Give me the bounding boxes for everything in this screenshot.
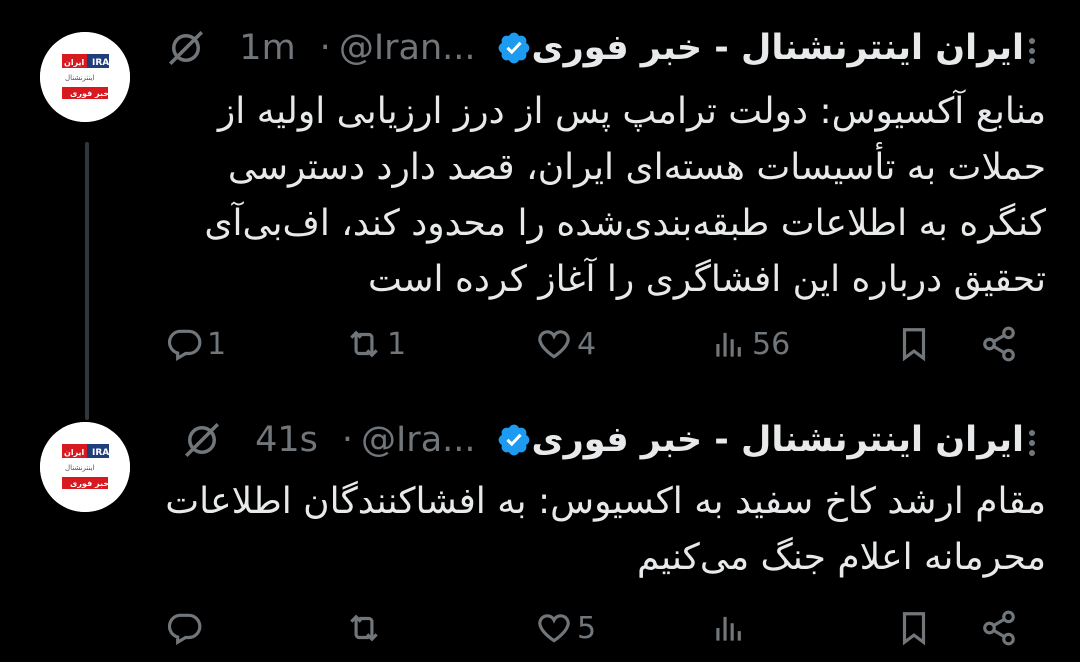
reply-count: 1: [207, 326, 227, 362]
svg-text:ایران: ایران: [64, 58, 85, 67]
repost-button[interactable]: 1: [345, 318, 406, 370]
thread-connector-line: [85, 142, 89, 420]
svg-text:اینترنشنال: اینترنشنال: [65, 74, 95, 82]
author-handle[interactable]: @Ira...: [361, 420, 476, 460]
verified-badge-icon: [496, 30, 532, 66]
bookmark-button[interactable]: [895, 602, 933, 654]
separator-dot: ·: [319, 28, 331, 68]
svg-text:ایران: ایران: [64, 448, 85, 457]
verified-badge-icon: [496, 422, 532, 458]
tweet-text-line: حملات به تأسیسات هسته‌ای ایران، قصد دارد…: [227, 147, 1046, 188]
bookmark-button[interactable]: [895, 318, 933, 370]
repost-button[interactable]: [345, 602, 387, 654]
tweet-text-line: کنگره به اطلاعات طبقه‌بندی‌شده را محدود …: [204, 203, 1046, 244]
tweet-text: مقام ارشد کاخ سفید به اکسیوس: به افشاکنن…: [165, 474, 1046, 586]
views-icon: [716, 616, 741, 641]
author-name[interactable]: ایران اینترنشنال - خبر فوری: [532, 28, 1024, 68]
timestamp[interactable]: 41s: [255, 420, 318, 460]
iran-international-logo-icon: IRAN ایران اینترنشنال خبر فوری: [40, 422, 130, 512]
more-icon[interactable]: [1022, 36, 1042, 66]
tweet-header: ایران اینترنشنال - خبر فوری @Iran... · 1…: [165, 22, 1024, 74]
svg-text:IRAN: IRAN: [92, 448, 117, 458]
bookmark-icon: [902, 328, 926, 362]
more-icon[interactable]: [1022, 428, 1042, 458]
share-icon: [983, 326, 1015, 362]
author-name[interactable]: ایران اینترنشنال - خبر فوری: [532, 420, 1024, 460]
reply-icon: [167, 329, 202, 362]
svg-text:خبر فوری: خبر فوری: [70, 89, 109, 98]
svg-text:خبر فوری: خبر فوری: [70, 479, 109, 488]
reply-icon: [167, 613, 202, 646]
tweet-text-line: تحقیق درباره این افشاگری را آغاز کرده اس…: [368, 259, 1046, 300]
share-button[interactable]: [980, 602, 1018, 654]
iran-international-logo-icon: IRAN ایران اینترنشنال خبر فوری: [40, 32, 130, 122]
repost-icon: [350, 330, 378, 358]
like-icon: [538, 614, 570, 643]
svg-text:اینترنشنال: اینترنشنال: [65, 464, 95, 472]
views-button[interactable]: [710, 602, 752, 654]
reply-button[interactable]: 1: [165, 318, 226, 370]
avatar[interactable]: IRAN ایران اینترنشنال خبر فوری: [40, 422, 130, 512]
views-count: 56: [752, 326, 791, 362]
author-handle[interactable]: @Iran...: [339, 28, 476, 68]
reply-button[interactable]: [165, 602, 207, 654]
views-icon: [716, 332, 741, 357]
repost-icon: [350, 614, 378, 642]
separator-dot: ·: [341, 420, 353, 460]
tweet-header: ایران اینترنشنال - خبر فوری @Ira... · 41…: [181, 414, 1024, 466]
like-count: 4: [577, 326, 597, 362]
tweet-text-line: مقام ارشد کاخ سفید به اکسیوس: به افشاکنن…: [165, 481, 1046, 522]
grok-icon[interactable]: [181, 419, 223, 461]
tweet-text: منابع آکسیوس: دولت ترامپ پس از درز ارزیا…: [204, 84, 1046, 308]
avatar[interactable]: IRAN ایران اینترنشنال خبر فوری: [40, 32, 130, 122]
repost-count: 1: [387, 326, 407, 362]
timestamp[interactable]: 1m: [239, 28, 295, 68]
like-count: 5: [577, 610, 597, 646]
share-button[interactable]: [980, 318, 1018, 370]
like-button[interactable]: 5: [535, 602, 596, 654]
tweet-actions: 1 1 4 56: [165, 318, 1045, 370]
grok-icon[interactable]: [165, 27, 207, 69]
like-button[interactable]: 4: [535, 318, 596, 370]
svg-text:IRAN: IRAN: [92, 58, 117, 68]
tweet-text-line: منابع آکسیوس: دولت ترامپ پس از درز ارزیا…: [217, 91, 1046, 132]
tweet-actions: 5: [165, 602, 1045, 654]
share-icon: [983, 610, 1015, 646]
tweet-text-line: محرمانه اعلام جنگ می‌کنیم: [637, 537, 1046, 578]
bookmark-icon: [902, 612, 926, 646]
views-button[interactable]: 56: [710, 318, 790, 370]
like-icon: [538, 330, 570, 359]
